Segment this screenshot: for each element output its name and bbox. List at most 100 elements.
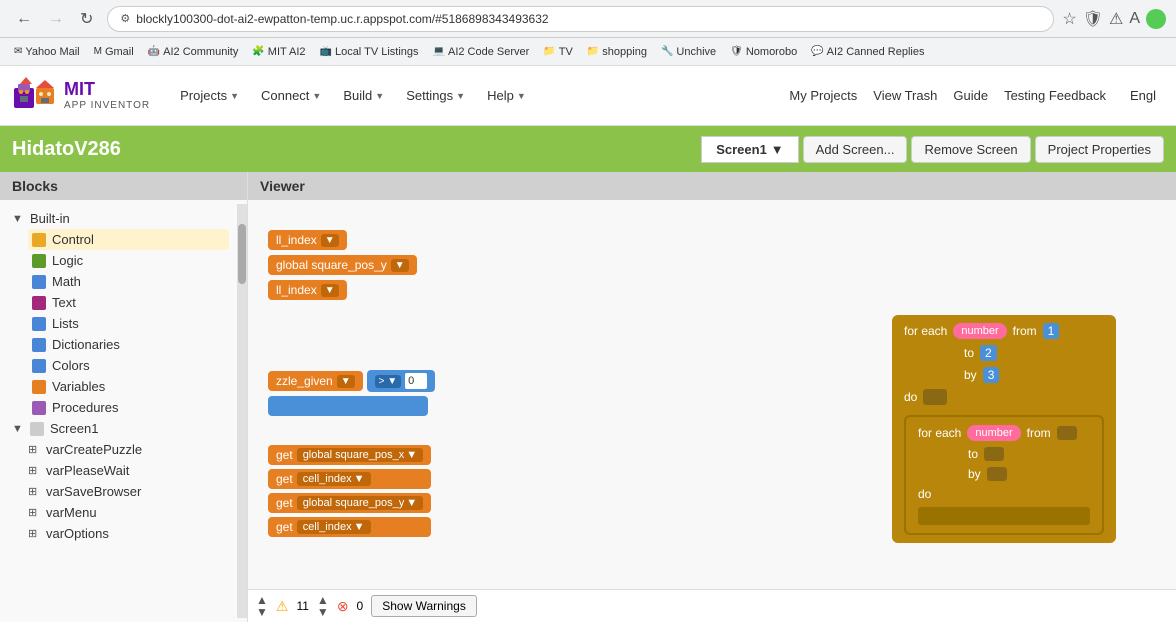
var-please-wait-item[interactable]: ⊞ varPleaseWait xyxy=(24,460,229,481)
screen1-button[interactable]: Screen1 ▼ xyxy=(701,136,798,163)
blocks-header: Blocks xyxy=(0,172,247,200)
bookmark-mit-ai2[interactable]: 🧩 MIT AI2 xyxy=(246,44,311,60)
blocks-tree: ▼ Built-in Control Logic Math xyxy=(0,204,237,618)
shield-icon[interactable]: 🛡 xyxy=(1083,9,1103,29)
control-item[interactable]: Control xyxy=(28,229,229,250)
global-square-pos-y-dropdown[interactable]: ▼ xyxy=(391,259,409,272)
ll-index-dropdown-2[interactable]: ▼ xyxy=(321,284,339,297)
get-block-1[interactable]: get global square_pos_x ▼ xyxy=(268,445,431,465)
my-projects-link[interactable]: My Projects xyxy=(789,88,857,103)
global-square-pos-y-label: global square_pos_y xyxy=(276,258,387,272)
address-bar[interactable]: ⚙ blockly100300-dot-ai2-ewpatton-temp.uc… xyxy=(107,6,1054,32)
from-label-1: from xyxy=(1013,324,1037,338)
add-screen-button[interactable]: Add Screen... xyxy=(803,136,908,163)
bookmark-yahoo-mail[interactable]: ✉ Yahoo Mail xyxy=(8,44,86,60)
colors-item[interactable]: Colors xyxy=(28,355,229,376)
viewer-content[interactable]: ll_index ▼ global square_pos_y ▼ ll_inde… xyxy=(248,200,1176,622)
warning-icon[interactable]: ⚠ xyxy=(1109,9,1123,29)
mit-ai2-icon: 🧩 xyxy=(252,46,264,57)
nav-menu: Projects ▼ Connect ▼ Build ▼ Settings ▼ … xyxy=(170,82,536,109)
bookmark-nomorobo[interactable]: 🛡 Nomorobo xyxy=(724,44,803,60)
bookmark-gmail[interactable]: M Gmail xyxy=(88,44,140,60)
get-block-2[interactable]: get cell_index ▼ xyxy=(268,469,431,489)
back-button[interactable]: ← xyxy=(10,7,38,31)
text-icon xyxy=(32,296,46,310)
bookmark-shopping[interactable]: 📁 shopping xyxy=(581,44,653,60)
var-save-browser-label: varSaveBrowser xyxy=(46,484,141,499)
screen-selector: Screen1 ▼ xyxy=(701,136,798,163)
var-create-puzzle-item[interactable]: ⊞ varCreatePuzzle xyxy=(24,439,229,460)
for-each-block-1[interactable]: for each number from 1 to 2 by 3 do xyxy=(892,315,1116,543)
get-global-square-pos-x[interactable]: global square_pos_x ▼ xyxy=(297,448,423,462)
bookmark-unchive[interactable]: 🔧 Unchive xyxy=(655,44,722,60)
error-icon: ⊗ xyxy=(337,598,349,615)
var-options-item[interactable]: ⊞ varOptions xyxy=(24,523,229,544)
builtin-section-item[interactable]: ▼ Built-in xyxy=(8,208,229,229)
screen1-section-item[interactable]: ▼ Screen1 xyxy=(8,418,229,439)
blue-sub-block[interactable] xyxy=(268,396,428,416)
variables-icon xyxy=(32,380,46,394)
get-cell-index-1[interactable]: cell_index ▼ xyxy=(297,472,371,486)
get-global-square-pos-y[interactable]: global square_pos_y ▼ xyxy=(297,496,423,510)
ll-index-block-2[interactable]: ll_index ▼ xyxy=(268,280,347,300)
expand-icon: ⊞ xyxy=(28,527,40,540)
nav-settings[interactable]: Settings ▼ xyxy=(396,82,475,109)
mit-logo[interactable]: MIT APP INVENTOR xyxy=(12,74,150,118)
for-each-block-2[interactable]: for each number from to by xyxy=(904,415,1104,535)
nav-connect[interactable]: Connect ▼ xyxy=(251,82,331,109)
procedures-item[interactable]: Procedures xyxy=(28,397,229,418)
global-square-pos-y-block[interactable]: global square_pos_y ▼ xyxy=(268,255,417,275)
get-block-3[interactable]: get global square_pos_y ▼ xyxy=(268,493,431,513)
guide-link[interactable]: Guide xyxy=(953,88,988,103)
forward-button[interactable]: → xyxy=(42,7,70,31)
bookmark-ai2-canned[interactable]: 💬 AI2 Canned Replies xyxy=(805,44,930,60)
warning-arrows-2: ▲ ▼ xyxy=(317,594,329,618)
bookmark-ai2-code[interactable]: 💻 AI2 Code Server xyxy=(427,44,536,60)
get-cell-index-2[interactable]: cell_index ▼ xyxy=(297,520,371,534)
nav-projects[interactable]: Projects ▼ xyxy=(170,82,249,109)
by-label-1: by xyxy=(964,368,977,382)
bookmark-local-tv[interactable]: 📺 Local TV Listings xyxy=(314,44,425,60)
blocks-scrollbar[interactable] xyxy=(237,204,247,618)
ll-index-label-2: ll_index xyxy=(276,283,317,297)
scrollbar-thumb xyxy=(238,224,246,284)
down-arrow-1: ▼ xyxy=(256,606,268,618)
logic-item[interactable]: Logic xyxy=(28,250,229,271)
language-button[interactable]: Engl xyxy=(1122,84,1164,107)
tv-folder-icon: 📁 xyxy=(543,46,555,57)
get-block-4[interactable]: get cell_index ▼ xyxy=(268,517,431,537)
math-item[interactable]: Math xyxy=(28,271,229,292)
puzzle-given-dropdown[interactable]: ▼ xyxy=(337,375,355,388)
variables-item[interactable]: Variables xyxy=(28,376,229,397)
bookmark-tv[interactable]: 📁 TV xyxy=(537,44,579,60)
down-arrow-2: ▼ xyxy=(317,606,329,618)
translate-icon[interactable]: A xyxy=(1129,10,1140,28)
var-menu-item[interactable]: ⊞ varMenu xyxy=(24,502,229,523)
expand-icon: ⊞ xyxy=(28,506,40,519)
text-item[interactable]: Text xyxy=(28,292,229,313)
lists-item[interactable]: Lists xyxy=(28,313,229,334)
to-label-2: to xyxy=(968,447,978,461)
remove-screen-button[interactable]: Remove Screen xyxy=(911,136,1030,163)
bookmark-ai2-community[interactable]: 🤖 AI2 Community xyxy=(142,44,245,60)
ll-index-block-1[interactable]: ll_index ▼ xyxy=(268,230,347,250)
header-right: My Projects View Trash Guide Testing Fee… xyxy=(789,84,1164,107)
view-trash-link[interactable]: View Trash xyxy=(873,88,937,103)
ll-index-dropdown-1[interactable]: ▼ xyxy=(321,234,339,247)
viewer-panel: Viewer ll_index ▼ global square_pos_y ▼ … xyxy=(248,172,1176,622)
by-val-1: 3 xyxy=(983,367,1000,383)
nav-build[interactable]: Build ▼ xyxy=(333,82,394,109)
to-val-1: 2 xyxy=(980,345,997,361)
compare-block[interactable]: zzle_given ▼ > ▼ 0 xyxy=(268,370,435,392)
reload-button[interactable]: ↻ xyxy=(74,7,99,31)
testing-feedback-link[interactable]: Testing Feedback xyxy=(1004,88,1106,103)
screen1-children: ⊞ varCreatePuzzle ⊞ varPleaseWait ⊞ varS… xyxy=(8,439,229,544)
bookmark-button[interactable]: ☆ xyxy=(1062,9,1076,29)
nav-help[interactable]: Help ▼ xyxy=(477,82,536,109)
gt-dropdown[interactable]: > ▼ xyxy=(375,375,402,388)
show-warnings-button[interactable]: Show Warnings xyxy=(371,595,477,617)
dictionaries-item[interactable]: Dictionaries xyxy=(28,334,229,355)
project-properties-button[interactable]: Project Properties xyxy=(1035,136,1164,163)
chevron-down-icon: ▼ xyxy=(230,91,239,101)
var-save-browser-item[interactable]: ⊞ varSaveBrowser xyxy=(24,481,229,502)
